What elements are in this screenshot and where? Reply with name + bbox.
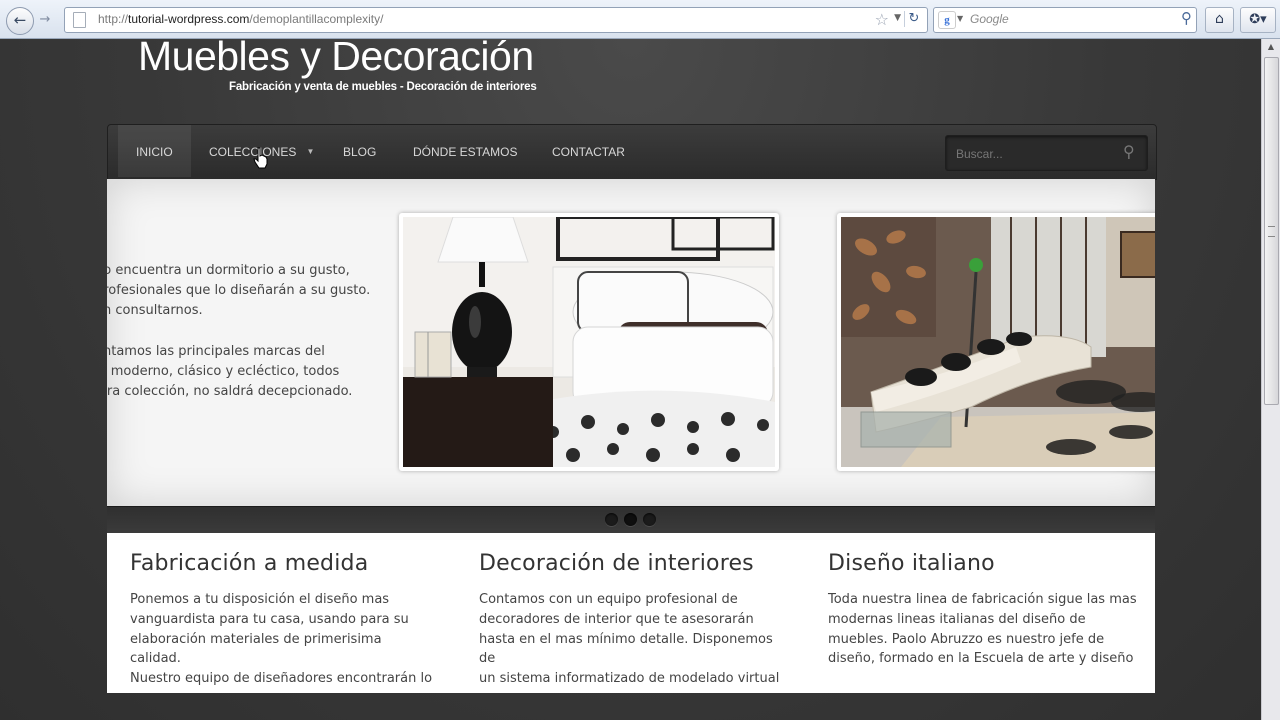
bedroom-image [403,217,775,467]
search-icon[interactable]: ⚲ [1123,142,1135,161]
slide-line: entamos las principales marcas del [107,344,325,359]
feature-title: Fabricación a medida [130,551,369,576]
scroll-up-icon[interactable]: ▲ [1262,39,1280,55]
bookmark-star-icon[interactable]: ☆ [875,10,889,29]
features-section: Fabricación a medida Ponemos a tu dispos… [107,533,1155,693]
page-icon [73,12,86,28]
bedroom-photo[interactable] [399,213,779,471]
search-icon[interactable]: ⚲ [1181,9,1192,27]
site-search: ⚲ [945,135,1148,171]
slider-dot-1[interactable] [605,513,618,526]
nav-item-blog[interactable]: BLOG [325,125,394,177]
hand-cursor-icon [253,147,268,169]
slide-line: en consultarnos. [107,303,203,318]
living-room-image [841,217,1155,467]
slide-line: profesionales que lo diseñarán a su gust… [107,283,371,298]
url-path: /demoplantillacomplexity/ [249,12,384,26]
chevron-down-icon: ▼ [306,147,315,156]
feature-line: diseño, formado en la Escuela de arte y … [828,651,1134,667]
feature-line: muebles. Paolo Abruzzo es nuestro jefe d… [828,631,1105,647]
feature-text: Ponemos a tu disposición el diseño mas v… [130,590,435,689]
url-prefix: http:// [98,12,129,26]
slider-dot-2[interactable] [624,513,637,526]
url-history-dropdown-icon[interactable]: ▼ [894,13,901,23]
feature-column: Diseño italiano Toda nuestra linea de fa… [828,551,1143,669]
slide-line: stra colección, no saldrá decepcionado. [107,384,353,399]
slide-paragraph: no encuentra un dormitorio a su gusto, p… [107,261,385,321]
scroll-thumb[interactable] [1264,57,1279,405]
feature-column: Decoración de interiores Contamos con un… [479,551,784,689]
feature-text: Contamos con un equipo profesional de de… [479,590,784,689]
feature-line: hasta en el mas mínimo detalle. Disponem… [479,631,773,667]
feature-text: Toda nuestra linea de fabricación sigue … [828,590,1143,669]
slide-line: no encuentra un dormitorio a su gusto, [107,263,350,278]
feature-line: un sistema informatizado de modelado vir… [479,671,780,687]
slide-paragraph: entamos las principales marcas del lo mo… [107,342,385,402]
feature-line: Toda nuestra linea de fabricación sigue … [828,592,1137,607]
feature-line: elaboración materiales de primerisima ca… [130,631,382,667]
back-button[interactable]: ← [6,7,34,35]
feature-title: Diseño italiano [828,551,995,576]
grip-icon [1268,226,1275,237]
search-input[interactable] [954,144,1118,164]
site-logo[interactable]: Muebles y Decoración Fabricación y venta… [138,32,537,93]
home-icon[interactable]: ⌂ [1205,7,1234,33]
url-host: tutorial-wordpress.com [128,12,250,26]
slide-line: lo moderno, clásico y ecléctico, todos [107,364,340,379]
scrollbar[interactable]: ▲ [1261,39,1280,720]
feature-line: modernas lineas italianas del diseño de [828,611,1086,627]
feature-line: Ponemos a tu disposición el diseño mas [130,592,390,607]
feature-title: Decoración de interiores [479,551,754,576]
reload-icon[interactable]: ↻ [904,11,923,27]
feature-line: Contamos con un equipo profesional de [479,592,738,607]
slider-dot-3[interactable] [643,513,656,526]
image-slider: no encuentra un dormitorio a su gusto, p… [107,179,1155,506]
browser-search-bar[interactable]: g ▼ Google ⚲ [933,7,1197,33]
nav-item-donde-estamos[interactable]: DÓNDE ESTAMOS [395,125,535,177]
url-text[interactable]: http://tutorial-wordpress.com/demoplanti… [98,12,383,26]
feature-line: vanguardista para tu casa, usando para s… [130,611,409,627]
search-engine-dropdown-icon[interactable]: ▼ [957,14,963,23]
logo-title: Muebles y Decoración [138,33,534,79]
address-bar[interactable]: http://tutorial-wordpress.com/demoplanti… [64,7,928,33]
slide-text: no encuentra un dormitorio a su gusto, p… [107,261,385,423]
living-room-photo[interactable] [837,213,1155,471]
google-icon[interactable]: g [938,11,956,29]
browser-search-placeholder: Google [970,12,1009,26]
addon-icon[interactable]: ✪▾ [1240,7,1276,33]
logo-tagline: Fabricación y venta de muebles - Decorac… [229,81,537,93]
nav-item-inicio[interactable]: INICIO [118,125,191,177]
feature-column: Fabricación a medida Ponemos a tu dispos… [130,551,435,689]
history-buttons: ← → [6,7,56,35]
feature-line: decoradores de interior que te asesorará… [479,611,754,627]
feature-line: Nuestro equipo de diseñadores encontrará… [130,671,433,687]
slider-pagination [107,506,1155,533]
nav-item-contactar[interactable]: CONTACTAR [534,125,643,177]
forward-button[interactable]: → [34,10,56,30]
